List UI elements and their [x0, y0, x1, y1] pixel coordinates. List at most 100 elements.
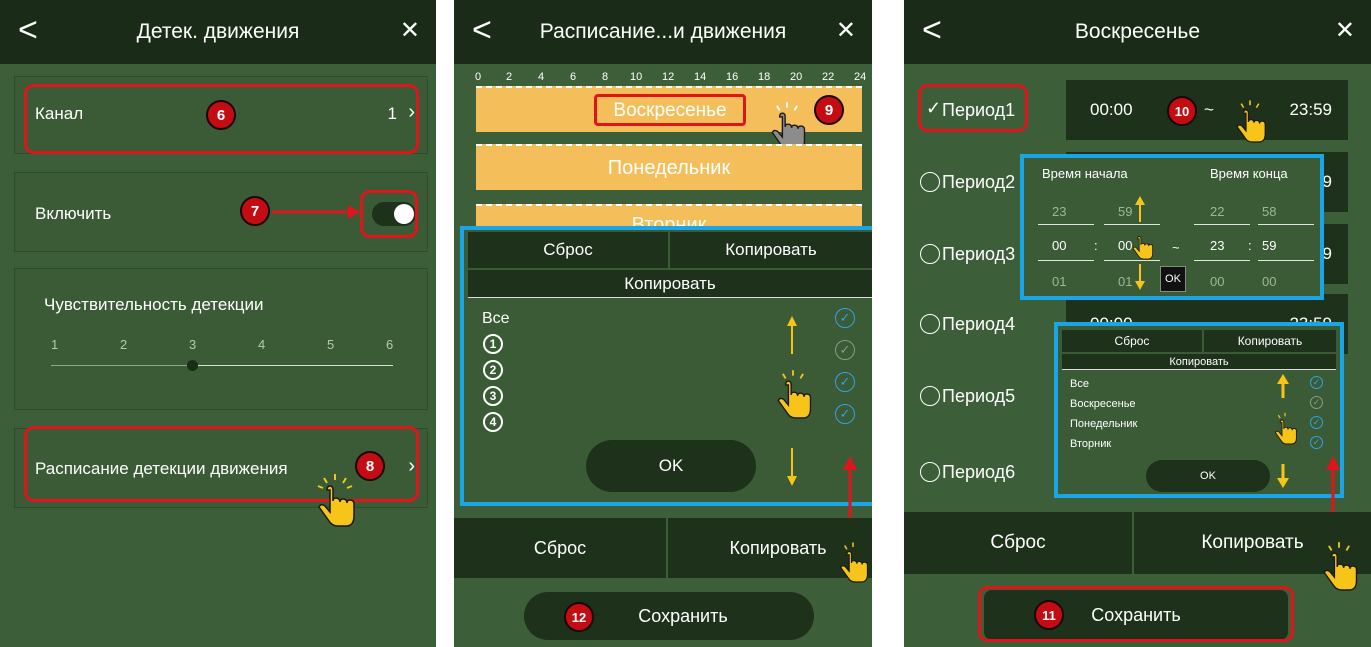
copy-label: Копировать [1201, 532, 1304, 553]
hour-label: 6 [570, 71, 577, 83]
item-monday[interactable]: Понедельник [1070, 418, 1137, 430]
step-badge-9: 9 [814, 95, 844, 125]
picker-divider [1258, 224, 1314, 225]
step-badge-12: 12 [564, 602, 594, 632]
hour-label: 18 [758, 71, 771, 83]
header: < Расписание...и движения ✕ [454, 0, 872, 64]
period-label: Период3 [942, 244, 1016, 264]
page-title: Расписание...и движения [539, 20, 787, 43]
highlight-copy-popup [460, 226, 872, 506]
copy-label: Копировать [729, 538, 827, 558]
picker-value: 59 [1262, 238, 1277, 253]
arrow-up-icon [1135, 196, 1145, 222]
screen-schedule: < Расписание...и движения ✕ 0 2 4 6 8 10… [454, 0, 872, 647]
back-icon[interactable]: < [922, 10, 942, 50]
pointing-hand-icon [1132, 236, 1154, 260]
reset-label: Сброс [533, 538, 587, 558]
reset-button[interactable]: Сброс [904, 512, 1132, 574]
reset-label: Сброс [990, 532, 1046, 553]
close-icon[interactable]: ✕ [400, 14, 420, 48]
picker-tilde: ~ [1172, 240, 1180, 255]
picker-value: 01 [1118, 274, 1133, 289]
screen-sunday: < Воскресенье ✕ ✓ Период1 00:00 ~ 23:59 … [904, 0, 1371, 647]
tick-label: 2 [120, 337, 128, 352]
highlight-period1 [918, 84, 1028, 132]
copy-popup: Сброс Копировать Копировать Все Воскресе… [1054, 322, 1344, 498]
day-label: Воскресенье [613, 100, 727, 121]
close-icon[interactable]: ✕ [1335, 14, 1355, 48]
arrow-up-icon [1277, 374, 1289, 398]
tick-label: 3 [189, 337, 197, 352]
screen-motion-detection: < Детек. движения ✕ Канал 1 › 6 Включить… [0, 0, 436, 647]
item-all[interactable]: Все [1070, 378, 1089, 390]
day-label: Понедельник [607, 157, 731, 179]
period1-time-field[interactable]: 00:00 ~ 23:59 [1066, 80, 1348, 140]
reset-button[interactable]: Сброс [454, 518, 666, 578]
period-radio[interactable] [920, 314, 940, 334]
sensitivity-slider[interactable]: 1 2 3 4 5 6 [51, 331, 394, 381]
hour-label: 0 [475, 71, 482, 83]
slider-thumb[interactable] [187, 360, 198, 371]
tick-label: 6 [386, 337, 394, 352]
hour-label: 10 [630, 71, 643, 83]
check-tuesday-icon[interactable]: ✓ [1310, 436, 1323, 449]
day-label-sunday-box: Воскресенье [594, 94, 746, 126]
picker-value: 58 [1262, 204, 1277, 219]
tilde: ~ [1204, 100, 1214, 119]
back-icon[interactable]: < [472, 10, 492, 50]
period-label: Период4 [942, 314, 1016, 334]
pointing-hand-icon [1274, 412, 1297, 445]
item-tuesday[interactable]: Вторник [1070, 438, 1111, 450]
tick-label: 4 [258, 337, 266, 352]
picker-value: 00 [1210, 274, 1225, 289]
highlight-toggle [360, 190, 418, 238]
period5-row[interactable]: Период5 [904, 374, 1064, 418]
day-bar-monday[interactable]: Понедельник [476, 144, 862, 190]
period-radio[interactable] [920, 172, 940, 192]
check-monday-icon[interactable]: ✓ [1310, 416, 1323, 429]
hour-label: 4 [538, 71, 545, 83]
close-icon[interactable]: ✕ [836, 14, 856, 48]
hour-label: 14 [694, 71, 707, 83]
period-radio[interactable] [920, 386, 940, 406]
page-title: Воскресенье [1074, 20, 1201, 43]
step-badge-11: 11 [1034, 600, 1064, 630]
picker-divider [1104, 224, 1160, 225]
tick-label: 5 [327, 337, 335, 352]
period6-row[interactable]: Период6 [904, 450, 1064, 494]
end-time: 23:59 [1289, 100, 1332, 119]
popup-ok-button[interactable]: OK [1146, 460, 1270, 492]
arrow-down-icon [1135, 264, 1145, 290]
save-label: Сохранить [638, 605, 728, 626]
popup-reset-button[interactable]: Сброс [1062, 330, 1202, 352]
check-sunday-icon[interactable]: ✓ [1310, 396, 1323, 409]
ok-label: OK [1165, 273, 1181, 285]
sensitivity-label: Чувствительность детекции [44, 295, 264, 314]
item-sunday[interactable]: Воскресенье [1070, 398, 1136, 410]
popup-copy-button[interactable]: Копировать [1204, 330, 1336, 352]
picker-value: 23 [1052, 204, 1067, 219]
time-picker[interactable]: Время начала Время конца 23 59 22 58 00 … [1020, 154, 1324, 300]
picker-divider [1194, 224, 1250, 225]
back-icon[interactable]: < [18, 10, 38, 50]
pointing-hand-icon [1323, 542, 1358, 591]
period-label: Период5 [942, 386, 1016, 406]
period-radio[interactable] [920, 244, 940, 264]
sensitivity-card: Чувствительность детекции 1 2 3 4 5 6 [14, 268, 428, 410]
picker-value: 00 [1262, 274, 1277, 289]
step-badge-6: 6 [206, 100, 236, 130]
hour-label: 20 [790, 71, 803, 83]
period-radio[interactable] [920, 462, 940, 482]
step-badge-7: 7 [240, 196, 270, 226]
pointing-hand-icon [840, 542, 869, 583]
picker-ok-button[interactable]: OK [1160, 266, 1186, 292]
picker-divider [1038, 260, 1094, 261]
header: < Воскресенье ✕ [904, 0, 1371, 64]
check-all-icon[interactable]: ✓ [1310, 376, 1323, 389]
popup-header: Копировать [1062, 354, 1336, 370]
day-bar-tuesday[interactable]: Вторник [476, 204, 862, 228]
hour-label: 16 [726, 71, 739, 83]
period-label: Период6 [942, 462, 1016, 482]
picker-value: 22 [1210, 204, 1225, 219]
hour-label: 2 [506, 71, 513, 83]
